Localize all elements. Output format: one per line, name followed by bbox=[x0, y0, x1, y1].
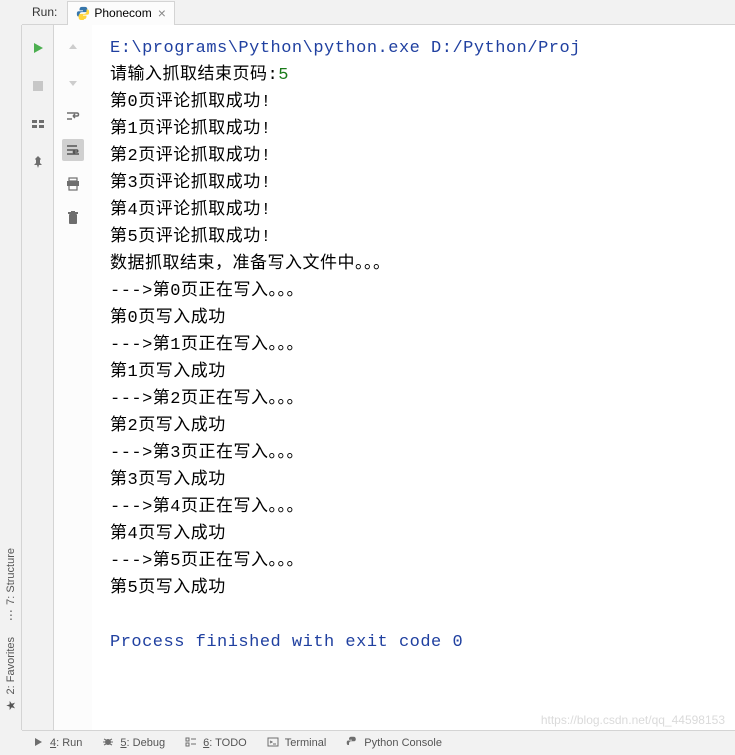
output-line: 第2页写入成功 bbox=[110, 413, 735, 440]
structure-tab-label: 7: Structure bbox=[5, 548, 17, 605]
output-line: 第5页评论抓取成功! bbox=[110, 224, 735, 251]
output-line: --->第4页正在写入。。。 bbox=[110, 494, 735, 521]
run-toolbar-secondary bbox=[54, 25, 92, 730]
bottom-toolbar: 4: Run 5: Debug 6: TODO Terminal Python … bbox=[22, 730, 735, 755]
layout-button[interactable] bbox=[27, 113, 49, 135]
watermark-text: https://blog.csdn.net/qq_44598153 bbox=[541, 713, 725, 727]
python-icon bbox=[76, 6, 90, 20]
trash-button[interactable] bbox=[62, 207, 84, 229]
top-bar: Run: Phonecom × bbox=[22, 0, 735, 25]
output-line: 数据抓取结束，准备写入文件中。。。 bbox=[110, 251, 735, 278]
todo-tab-label: 6: TODO bbox=[203, 737, 247, 749]
output-line: 第3页写入成功 bbox=[110, 467, 735, 494]
star-icon: ★ bbox=[4, 698, 18, 712]
run-toolbar-primary bbox=[22, 25, 54, 730]
output-line: 第0页评论抓取成功! bbox=[110, 89, 735, 116]
pin-button[interactable] bbox=[27, 151, 49, 173]
bug-icon bbox=[102, 736, 116, 750]
print-button[interactable] bbox=[62, 173, 84, 195]
terminal-tab[interactable]: Terminal bbox=[267, 736, 327, 750]
output-line: 第3页评论抓取成功! bbox=[110, 170, 735, 197]
python-console-tab[interactable]: Python Console bbox=[346, 736, 442, 750]
output-line: --->第5页正在写入。。。 bbox=[110, 548, 735, 575]
favorites-tab[interactable]: ★ 2: Favorites bbox=[2, 629, 20, 720]
python-console-tab-label: Python Console bbox=[364, 737, 442, 749]
down-arrow-button[interactable] bbox=[62, 71, 84, 93]
play-icon bbox=[32, 736, 46, 750]
terminal-icon bbox=[267, 736, 281, 750]
soft-wrap-button[interactable] bbox=[62, 105, 84, 127]
output-line: 第4页写入成功 bbox=[110, 521, 735, 548]
blank-line bbox=[110, 602, 735, 629]
output-line: 第1页评论抓取成功! bbox=[110, 116, 735, 143]
output-line: --->第1页正在写入。。。 bbox=[110, 332, 735, 359]
todo-icon bbox=[185, 736, 199, 750]
close-icon[interactable]: × bbox=[158, 5, 166, 21]
output-line: 第5页写入成功 bbox=[110, 575, 735, 602]
debug-tab[interactable]: 5: Debug bbox=[102, 736, 165, 750]
left-sidebar-tabs: ⋮ 7: Structure ★ 2: Favorites bbox=[0, 25, 22, 730]
run-tab-label: 4: Run bbox=[50, 737, 82, 749]
output-line: 第0页写入成功 bbox=[110, 305, 735, 332]
rerun-button[interactable] bbox=[27, 37, 49, 59]
input-prompt-line: 请输入抓取结束页码:5 bbox=[110, 62, 735, 89]
file-tab-name: Phonecom bbox=[94, 6, 151, 20]
output-line: 第1页写入成功 bbox=[110, 359, 735, 386]
console-output[interactable]: E:\programs\Python\python.exe D:/Python/… bbox=[92, 25, 735, 730]
exit-code-line: Process finished with exit code 0 bbox=[110, 629, 735, 656]
up-arrow-button[interactable] bbox=[62, 37, 84, 59]
terminal-tab-label: Terminal bbox=[285, 737, 327, 749]
output-line: --->第3页正在写入。。。 bbox=[110, 440, 735, 467]
python-console-icon bbox=[346, 736, 360, 750]
command-line: E:\programs\Python\python.exe D:/Python/… bbox=[110, 35, 735, 62]
todo-tab[interactable]: 6: TODO bbox=[185, 736, 247, 750]
file-tab[interactable]: Phonecom × bbox=[67, 1, 175, 25]
structure-icon: ⋮ bbox=[5, 608, 17, 622]
output-line: 第4页评论抓取成功! bbox=[110, 197, 735, 224]
output-line: --->第0页正在写入。。。 bbox=[110, 278, 735, 305]
output-line: --->第2页正在写入。。。 bbox=[110, 386, 735, 413]
structure-tab[interactable]: ⋮ 7: Structure bbox=[2, 540, 20, 629]
output-line: 第2页评论抓取成功! bbox=[110, 143, 735, 170]
favorites-tab-label: 2: Favorites bbox=[5, 637, 17, 694]
stop-button[interactable] bbox=[27, 75, 49, 97]
run-tab[interactable]: 4: Run bbox=[32, 736, 82, 750]
run-label: Run: bbox=[32, 5, 57, 19]
scroll-to-end-button[interactable] bbox=[62, 139, 84, 161]
debug-tab-label: 5: Debug bbox=[120, 737, 165, 749]
